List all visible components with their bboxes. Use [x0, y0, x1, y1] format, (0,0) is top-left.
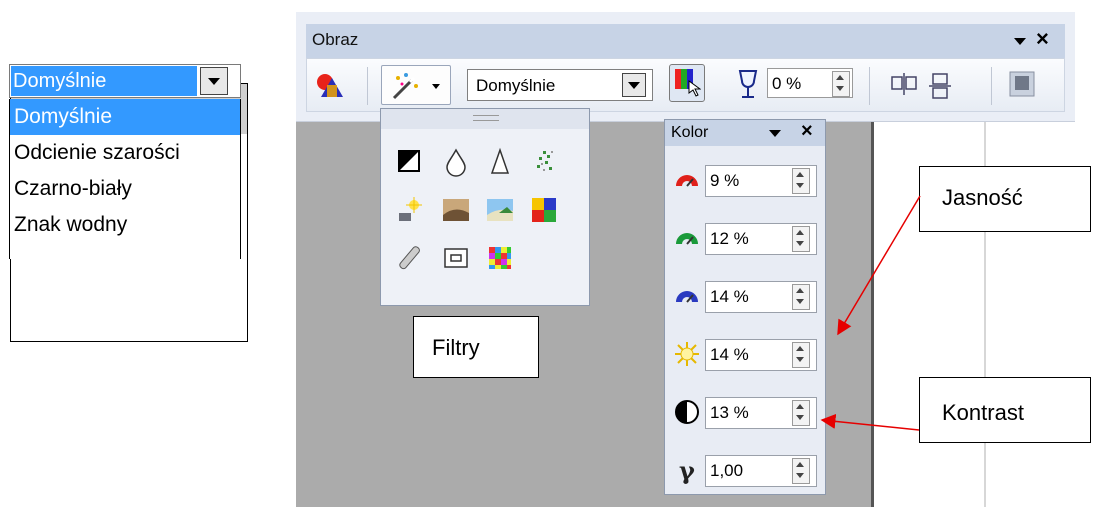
close-icon[interactable]: ×: [1036, 26, 1049, 52]
mode-option[interactable]: Czarno-biały: [10, 171, 240, 207]
frame-properties-icon[interactable]: [1007, 69, 1037, 99]
svg-text:γ: γ: [679, 456, 695, 484]
contrast-value: 13 %: [710, 403, 749, 422]
color-button[interactable]: [669, 64, 705, 102]
flip-horizontal-icon[interactable]: [927, 71, 953, 101]
chevron-down-icon[interactable]: [200, 67, 228, 95]
smooth-icon[interactable]: [441, 147, 471, 177]
blue-value: 14 %: [710, 287, 749, 306]
obraz-title: Obraz: [312, 30, 359, 49]
color-row-contrast: 13 %: [665, 392, 825, 432]
transparency-field[interactable]: 0 %: [767, 68, 853, 98]
toolbar-separator: [869, 67, 870, 105]
obraz-toolbar: Obraz × Domyślnie 0 %: [296, 12, 1075, 122]
brightness-spinner[interactable]: [792, 342, 810, 368]
graphics-mode-value: Domyślnie: [476, 76, 556, 95]
brightness-field[interactable]: 14 %: [705, 339, 817, 371]
flip-vertical-icon[interactable]: [889, 71, 919, 97]
color-panel-titlebar: Kolor ×: [665, 120, 825, 146]
chevron-down-icon[interactable]: [432, 84, 440, 89]
brightness-sun-icon: [675, 342, 699, 366]
mode-select-value: Domyślnie: [11, 66, 197, 96]
filtry-callout-label: Filtry: [432, 335, 480, 360]
gamma-value: 1,00: [710, 461, 744, 480]
obraz-titlebar: Obraz ×: [306, 24, 1065, 58]
green-value: 12 %: [710, 229, 749, 248]
green-gauge-icon: [676, 233, 698, 245]
filtry-callout: Filtry: [413, 316, 539, 378]
kontrast-callout-label: Kontrast: [942, 400, 1024, 425]
jasnosc-callout: Jasność: [919, 166, 1091, 232]
graphics-mode-select[interactable]: Domyślnie: [467, 69, 653, 101]
transparency-value: 0 %: [772, 74, 802, 93]
color-panel: Kolor × 9 % 12 % 14 % 14 % 13 % γ 1,00: [664, 119, 826, 495]
green-spinner[interactable]: [792, 226, 810, 252]
blue-spinner[interactable]: [792, 284, 810, 310]
mode-option[interactable]: Odcienie szarości: [10, 135, 240, 171]
relief-icon[interactable]: [441, 243, 471, 273]
blue-gauge-icon: [676, 291, 698, 303]
graphics-icon[interactable]: [315, 73, 345, 99]
blue-field[interactable]: 14 %: [705, 281, 817, 313]
magic-wand-icon: [392, 73, 418, 100]
toolbar-separator: [991, 67, 992, 105]
contrast-circle-icon: [675, 400, 699, 424]
gamma-spinner[interactable]: [792, 458, 810, 484]
color-row-red: 9 %: [665, 160, 825, 200]
transparency-spinner[interactable]: [832, 71, 850, 97]
grip-lines: [473, 115, 499, 121]
filter-button[interactable]: [381, 65, 451, 105]
gamma-icon: γ: [679, 456, 695, 484]
invert-icon[interactable]: [395, 147, 425, 177]
mode-option[interactable]: Domyślnie: [10, 99, 240, 135]
close-icon[interactable]: ×: [801, 120, 813, 143]
filters-panel: [380, 108, 590, 306]
chevron-down-icon[interactable]: [622, 73, 646, 97]
contrast-spinner[interactable]: [792, 400, 810, 426]
posterize-icon[interactable]: [485, 195, 515, 225]
red-value: 9 %: [710, 171, 740, 190]
color-row-gamma: γ 1,00: [665, 450, 825, 490]
mosaic-icon[interactable]: [485, 243, 515, 273]
pop-art-icon[interactable]: [529, 195, 559, 225]
color-row-green: 12 %: [665, 218, 825, 258]
charcoal-icon[interactable]: [395, 243, 425, 273]
contrast-field[interactable]: 13 %: [705, 397, 817, 429]
toolbar-separator: [367, 67, 368, 105]
page-border: [871, 122, 874, 507]
red-gauge-icon: [676, 175, 698, 187]
aging-icon[interactable]: [441, 195, 471, 225]
mode-select[interactable]: Domyślnie: [9, 64, 241, 98]
brightness-value: 14 %: [710, 345, 749, 364]
remove-noise-icon[interactable]: [529, 147, 559, 177]
color-panel-title: Kolor: [671, 124, 709, 141]
mode-options-list: Domyślnie Odcienie szarości Czarno-biały…: [9, 99, 241, 259]
sharpen-icon[interactable]: [485, 147, 515, 177]
color-row-brightness: 14 %: [665, 334, 825, 374]
color-palette-icon: [675, 69, 701, 97]
mode-option[interactable]: Znak wodny: [10, 207, 240, 243]
red-field[interactable]: 9 %: [705, 165, 817, 197]
panel-grip[interactable]: [381, 109, 589, 129]
green-field[interactable]: 12 %: [705, 223, 817, 255]
solarize-icon[interactable]: [395, 195, 425, 225]
kontrast-callout: Kontrast: [919, 377, 1091, 443]
jasnosc-callout-label: Jasność: [942, 185, 1023, 210]
transparency-icon: [738, 70, 758, 98]
color-row-blue: 14 %: [665, 276, 825, 316]
obraz-button-bar: Domyślnie 0 %: [306, 58, 1065, 112]
red-spinner[interactable]: [792, 168, 810, 194]
gamma-field[interactable]: 1,00: [705, 455, 817, 487]
